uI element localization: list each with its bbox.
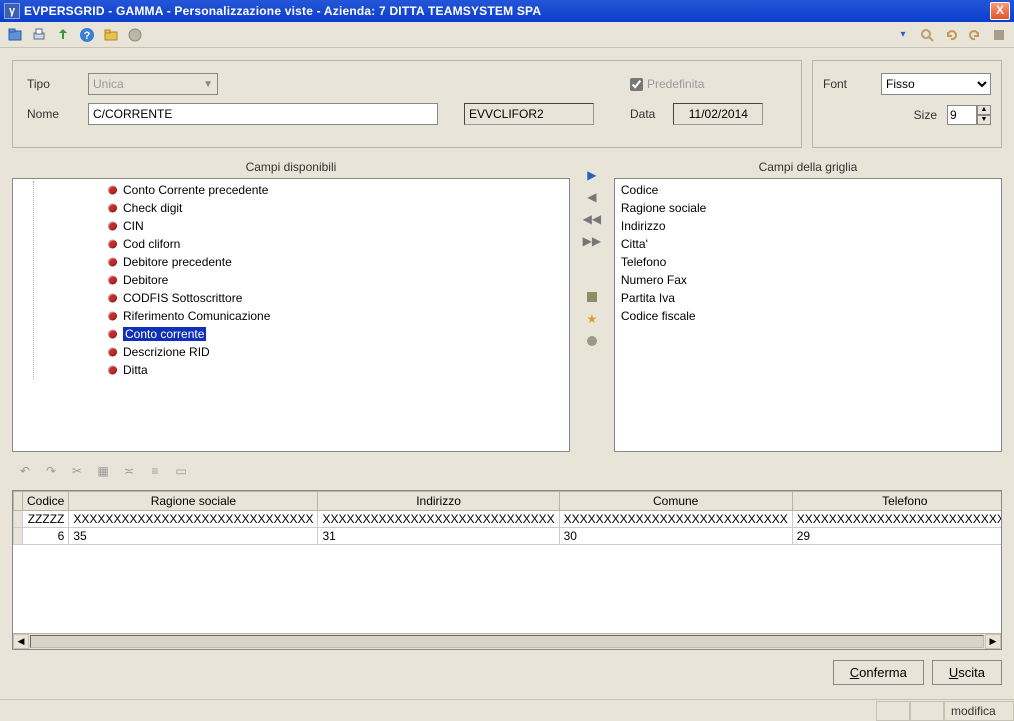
dropdown-arrow-icon[interactable]: ▾	[894, 26, 912, 44]
nome-input[interactable]	[88, 103, 438, 125]
paste-icon[interactable]: ▦	[94, 462, 112, 480]
predefinita-checkbox[interactable]: Predefinita	[630, 77, 787, 91]
available-item[interactable]: Conto corrente	[13, 325, 569, 343]
font-label: Font	[823, 77, 847, 91]
help-icon[interactable]: ?	[78, 26, 96, 44]
open-icon[interactable]	[6, 26, 24, 44]
size-up-button[interactable]: ▲	[977, 105, 991, 115]
exit-icon[interactable]	[990, 26, 1008, 44]
available-item[interactable]: CODFIS Sottoscrittore	[13, 289, 569, 307]
available-item[interactable]: Descrizione RID	[13, 343, 569, 361]
grid-field-item[interactable]: Codice	[615, 181, 1001, 199]
titlebar: γ EVPERSGRID - GAMMA - Personalizzazione…	[0, 0, 1014, 22]
action1-button[interactable]	[583, 288, 601, 306]
print-icon[interactable]	[30, 26, 48, 44]
size-down-button[interactable]: ▼	[977, 115, 991, 125]
grid-field-item[interactable]: Citta'	[615, 235, 1001, 253]
size-spinner[interactable]: ▲ ▼	[947, 105, 991, 125]
filter-icon[interactable]: ≡	[146, 462, 164, 480]
available-item[interactable]: Riferimento Comunicazione	[13, 307, 569, 325]
grid-preview: CodiceRagione socialeIndirizzoComuneTele…	[12, 490, 1002, 650]
grid-field-item[interactable]: Numero Fax	[615, 271, 1001, 289]
cut-icon[interactable]: ✂	[68, 462, 86, 480]
tipo-label: Tipo	[27, 77, 82, 91]
available-listbox[interactable]: Conto Corrente precedenteCheck digitCINC…	[12, 178, 570, 452]
undo-edit-icon[interactable]: ↶	[16, 462, 34, 480]
table-row[interactable]: ZZZZZXXXXXXXXXXXXXXXXXXXXXXXXXXXXXXXXXXX…	[14, 511, 1002, 528]
nome-label: Nome	[27, 107, 82, 121]
preview-header[interactable]: Codice	[23, 492, 69, 511]
meta-panel: Tipo Unica ▼ Predefinita Nome EVVCLIFOR2…	[12, 60, 802, 148]
window-title: EVPERSGRID - GAMMA - Personalizzazione v…	[24, 4, 990, 18]
grid-field-item[interactable]: Partita Iva	[615, 289, 1001, 307]
edit-toolbar: ↶ ↷ ✂ ▦ ≍ ≡ ▭	[12, 460, 1002, 482]
move-right-button[interactable]: ▶	[583, 166, 601, 184]
available-item[interactable]: Debitore precedente	[13, 253, 569, 271]
grid-field-item[interactable]: Indirizzo	[615, 217, 1001, 235]
svg-text:?: ?	[84, 30, 91, 42]
available-item[interactable]: Conto Corrente precedente	[13, 181, 569, 199]
table-row[interactable]: 635313029	[14, 528, 1002, 545]
move-all-right-button[interactable]: ▶▶	[583, 232, 601, 250]
font-panel: Font Fisso Size ▲ ▼	[812, 60, 1002, 148]
search-icon[interactable]	[918, 26, 936, 44]
status-cell-2	[910, 701, 944, 721]
preview-header[interactable]: Indirizzo	[318, 492, 559, 511]
available-item[interactable]: Debitore	[13, 271, 569, 289]
preview-header[interactable]: Telefono	[792, 492, 1001, 511]
grid-listbox[interactable]: CodiceRagione socialeIndirizzoCitta'Tele…	[614, 178, 1002, 452]
app-icon: γ	[4, 3, 20, 19]
font-select[interactable]: Fisso	[881, 73, 991, 95]
available-item[interactable]: CIN	[13, 217, 569, 235]
sum-icon[interactable]: ≍	[120, 462, 138, 480]
status-modifica: modifica	[944, 701, 1014, 721]
statusbar: modifica	[0, 699, 1014, 721]
preview-header[interactable]: Ragione sociale	[69, 492, 318, 511]
scroll-left-button[interactable]: ◀	[13, 634, 29, 649]
conferma-button[interactable]: Conferma	[833, 660, 924, 685]
redo-icon[interactable]	[966, 26, 984, 44]
status-cell-1	[876, 701, 910, 721]
grid-field-item[interactable]: Ragione sociale	[615, 199, 1001, 217]
tipo-dropdown[interactable]: Unica ▼	[88, 73, 218, 95]
scroll-right-button[interactable]: ▶	[985, 634, 1001, 649]
grid-field-item[interactable]: Telefono	[615, 253, 1001, 271]
export-icon[interactable]	[54, 26, 72, 44]
grid-field-item[interactable]: Codice fiscale	[615, 307, 1001, 325]
folder-icon[interactable]	[102, 26, 120, 44]
size-label: Size	[914, 108, 937, 122]
available-item[interactable]: Check digit	[13, 199, 569, 217]
available-item[interactable]: Ditta	[13, 361, 569, 379]
favorite-button[interactable]: ★	[583, 310, 601, 328]
preview-header[interactable]: Comune	[559, 492, 792, 511]
clear-icon[interactable]: ▭	[172, 462, 190, 480]
action2-button[interactable]	[583, 332, 601, 350]
data-display: 11/02/2014	[673, 103, 763, 125]
horizontal-scrollbar[interactable]: ◀ ▶	[13, 633, 1001, 649]
redo-edit-icon[interactable]: ↷	[42, 462, 60, 480]
preview-table[interactable]: CodiceRagione socialeIndirizzoComuneTele…	[13, 491, 1001, 545]
undo-icon[interactable]	[942, 26, 960, 44]
chevron-down-icon: ▼	[203, 79, 213, 90]
globe-icon[interactable]	[126, 26, 144, 44]
transfer-buttons: ▶ ◀ ◀◀ ▶▶ ★	[580, 156, 604, 452]
toolbar: ? ▾	[0, 22, 1014, 48]
uscita-button[interactable]: Uscita	[932, 660, 1002, 685]
code-display: EVVCLIFOR2	[464, 103, 594, 125]
move-all-left-button[interactable]: ◀◀	[583, 210, 601, 228]
move-left-button[interactable]: ◀	[583, 188, 601, 206]
grid-fields-title: Campi della griglia	[614, 156, 1002, 178]
data-label: Data	[630, 107, 655, 121]
close-button[interactable]: X	[990, 2, 1010, 20]
available-title: Campi disponibili	[12, 156, 570, 178]
available-item[interactable]: Cod cliforn	[13, 235, 569, 253]
